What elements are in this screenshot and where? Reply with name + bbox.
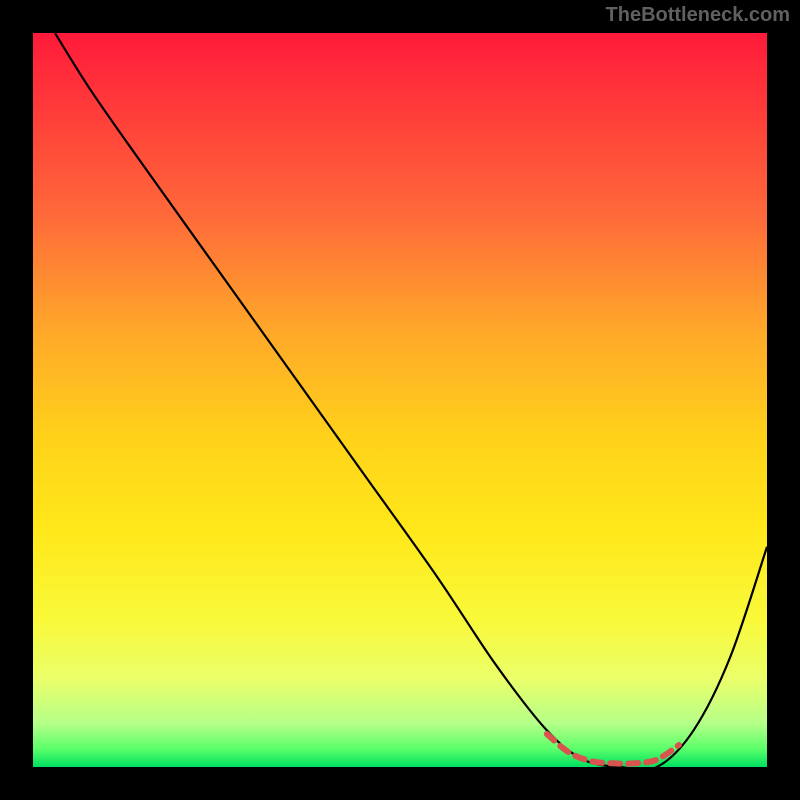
curve-layer — [33, 33, 767, 767]
chart-container: TheBottleneck.com — [0, 0, 800, 800]
main-curve — [55, 33, 767, 767]
plot-area — [33, 33, 767, 767]
highlight-segment — [547, 734, 679, 764]
watermark-text: TheBottleneck.com — [606, 4, 790, 27]
